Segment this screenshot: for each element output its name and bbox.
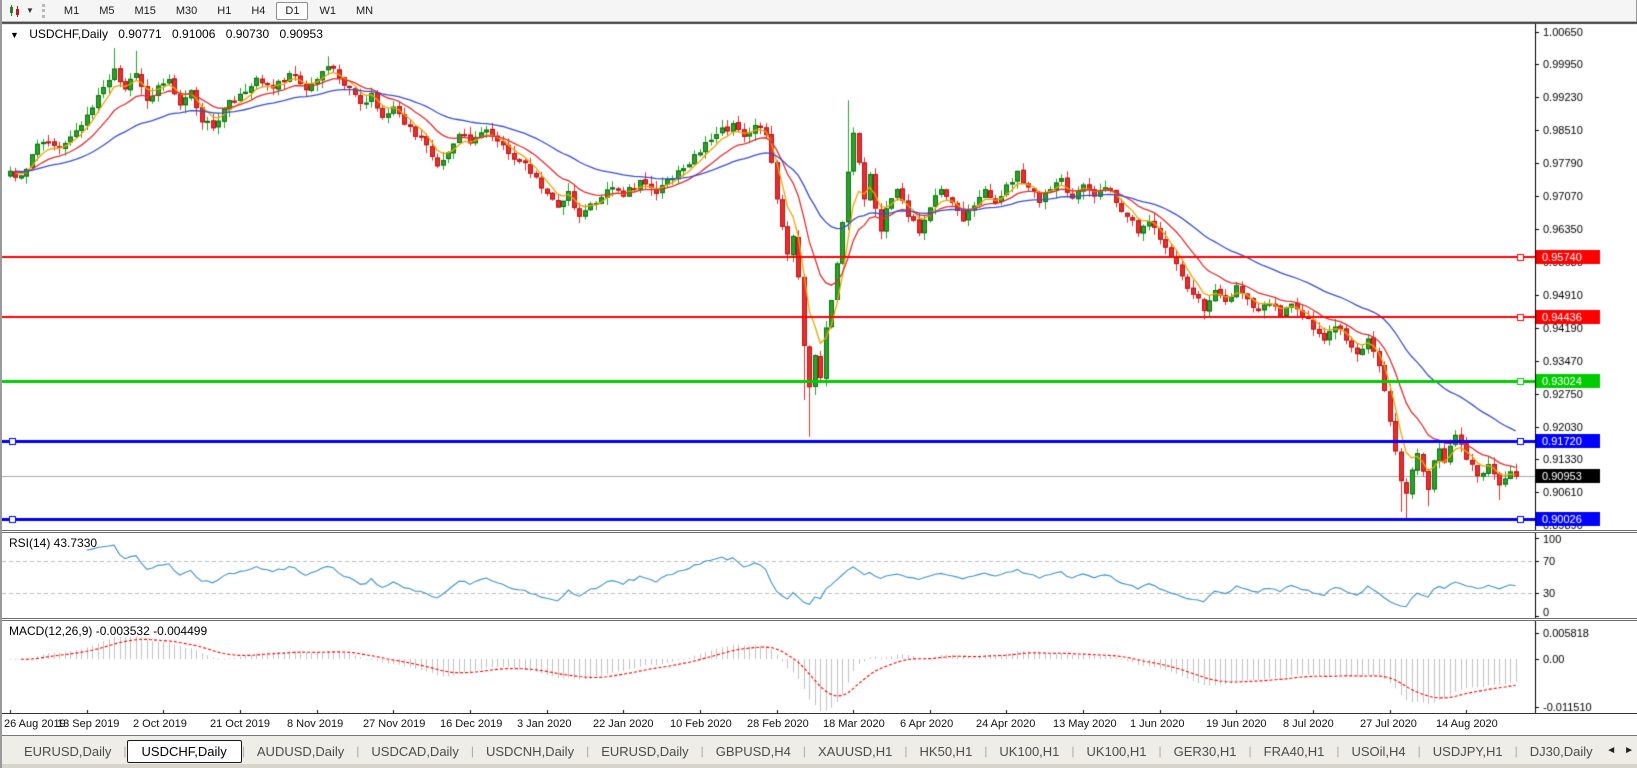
date-axis: 26 Aug 2019 13 Sep 2019 2 Oct 2019 21 Oct 2… [2,714,1637,735]
date-axis-label: 2 Oct 2019 [133,718,187,730]
symbol-tab-audusd-daily[interactable]: AUDUSD,Daily [245,741,356,762]
symbol-tab-usoil-h4[interactable]: USOil,H4 [1339,741,1417,762]
symbol-tab-gbpusd-h4[interactable]: GBPUSD,H4 [704,741,803,762]
date-axis-label: 18 Mar 2020 [823,718,885,730]
rsi-indicator-label: RSI(14) 43.7330 [9,536,98,550]
chevron-down-icon: ▼ [26,5,34,15]
date-axis-label: 16 Dec 2019 [440,718,503,730]
price-chart-canvas[interactable] [2,22,1637,530]
date-axis-label: 27 Nov 2019 [363,718,426,730]
toolbar-grip-handle[interactable] [41,3,48,18]
date-axis-label: 3 Jan 2020 [517,718,572,730]
timeframe-button-h1[interactable]: H1 [208,2,240,20]
ohlc-high: 0.91006 [172,27,216,41]
timeframe-button-m15[interactable]: M15 [125,2,164,20]
date-axis-label: 13 Sep 2019 [57,718,120,730]
ohlc-open: 0.90771 [118,27,162,41]
symbol-tab-eurusd-daily[interactable]: EURUSD,Daily [12,741,123,762]
symbol-tab-uk100-h1[interactable]: UK100,H1 [1075,741,1159,762]
date-axis-label: 27 Jul 2020 [1360,718,1417,730]
symbol-tab-dj30-daily[interactable]: DJ30,Daily [1518,741,1599,762]
macd-canvas[interactable] [2,621,1637,713]
timeframe-button-h4[interactable]: H4 [242,2,274,20]
timeframe-buttons: M1 M5 M15 M30 H1 H4 D1 W1 MN [54,1,383,20]
chart-type-button[interactable]: ▼ [4,3,38,19]
tab-scroll-buttons: ◄ ► [1606,745,1634,756]
date-axis-label: 21 Oct 2019 [210,718,270,730]
symbol-tab-eurusd-daily[interactable]: EURUSD,Daily [589,741,700,762]
symbol-tab-usdchf-daily[interactable]: USDCHF,Daily [126,739,242,763]
symbol-tab-fra40-h1[interactable]: FRA40,H1 [1252,741,1337,762]
candlestick-chart-icon [10,4,19,17]
date-axis-label: 6 Apr 2020 [900,718,954,730]
timeframe-toolbar: ▼ M1 M5 M15 M30 H1 H4 D1 W1 MN [2,0,1636,22]
timeframe-button-mn[interactable]: MN [347,2,382,20]
chart-tab-bar: EURUSD,Daily | USDCHF,Daily | AUDUSD,Daily | U… [2,735,1637,768]
symbol-tab-hk50-h1[interactable]: HK50,H1 [908,741,985,762]
chart-menu-icon[interactable]: ▼ [10,30,19,40]
timeframe-button-w1[interactable]: W1 [310,2,345,20]
ohlc-close: 0.90953 [279,27,323,41]
tab-scroll-left-icon[interactable]: ◄ [1606,745,1616,756]
timeframe-button-m30[interactable]: M30 [167,2,206,20]
timeframe-button-m1[interactable]: M1 [55,2,88,20]
rsi-canvas[interactable] [2,533,1637,618]
date-axis-label: 13 May 2020 [1053,718,1117,730]
chart-symbol-label: USDCHF,Daily [29,27,108,41]
symbol-tabs: EURUSD,Daily | USDCHF,Daily | AUDUSD,Daily | U… [12,739,1599,763]
trading-terminal-window: ▼ M1 M5 M15 M30 H1 H4 D1 W1 MN ▼ USDCHF,Daily 0.… [0,0,1637,768]
symbol-tab-usdjpy-h1[interactable]: USDJPY,H1 [1421,741,1515,762]
tabbar-bottom-strip [2,764,1637,768]
date-axis-label: 8 Jul 2020 [1283,718,1334,730]
macd-indicator-label: MACD(12,26,9) -0.003532 -0.004499 [9,624,208,638]
timeframe-button-d1[interactable]: D1 [276,1,309,20]
symbol-tab-ger30-h1[interactable]: GER30,H1 [1162,741,1249,762]
date-axis-label: 14 Aug 2020 [1436,718,1498,730]
date-axis-label: 28 Feb 2020 [747,718,809,730]
date-axis-label: 24 Apr 2020 [976,718,1036,730]
date-axis-label: 1 Jun 2020 [1130,718,1185,730]
chart-ohlc-readout: ▼ USDCHF,Daily 0.90771 0.91006 0.90730 0… [10,27,330,41]
tab-scroll-right-icon[interactable]: ► [1624,745,1634,756]
macd-pane: MACD(12,26,9) -0.003532 -0.004499 [2,621,1637,713]
rsi-pane: RSI(14) 43.7330 [2,533,1637,618]
symbol-tab-usdcnh-daily[interactable]: USDCNH,Daily [474,741,586,762]
symbol-tab-uk100-h1[interactable]: UK100,H1 [987,741,1071,762]
date-axis-label: 19 Jun 2020 [1206,718,1267,730]
symbol-tab-usdcad-daily[interactable]: USDCAD,Daily [359,741,470,762]
date-axis-label: 10 Feb 2020 [670,718,732,730]
ohlc-low: 0.90730 [225,27,270,41]
timeframe-button-m5[interactable]: M5 [90,2,123,20]
price-chart-pane: ▼ USDCHF,Daily 0.90771 0.91006 0.90730 0… [2,22,1637,530]
symbol-tab-xauusd-h1[interactable]: XAUUSD,H1 [806,741,904,762]
date-axis-label: 22 Jan 2020 [593,718,654,730]
date-axis-label: 8 Nov 2019 [287,718,344,730]
